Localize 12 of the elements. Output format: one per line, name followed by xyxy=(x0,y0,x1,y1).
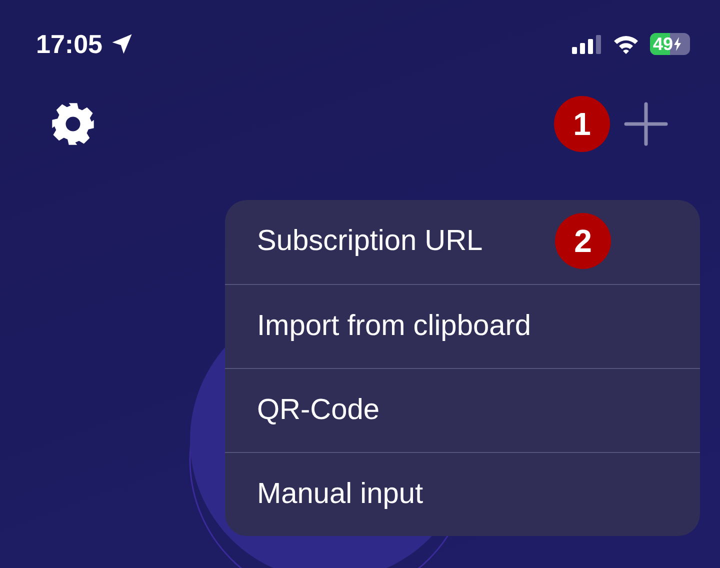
plus-icon[interactable] xyxy=(624,102,668,146)
menu-item[interactable]: QR-Code xyxy=(257,388,380,432)
status-time: 17:05 xyxy=(36,28,102,60)
signal-icon xyxy=(572,34,602,54)
menu-item[interactable]: Manual input xyxy=(257,472,424,516)
battery-percent: 49 xyxy=(652,35,674,53)
menu-item[interactable]: Import from clipboard xyxy=(257,304,531,348)
wifi-icon xyxy=(612,33,640,55)
menu-item[interactable]: Subscription URL xyxy=(257,220,483,264)
charging-bolt-icon xyxy=(673,37,684,51)
step-badge: 1 xyxy=(554,96,610,152)
step-badge: 2 xyxy=(555,213,611,269)
